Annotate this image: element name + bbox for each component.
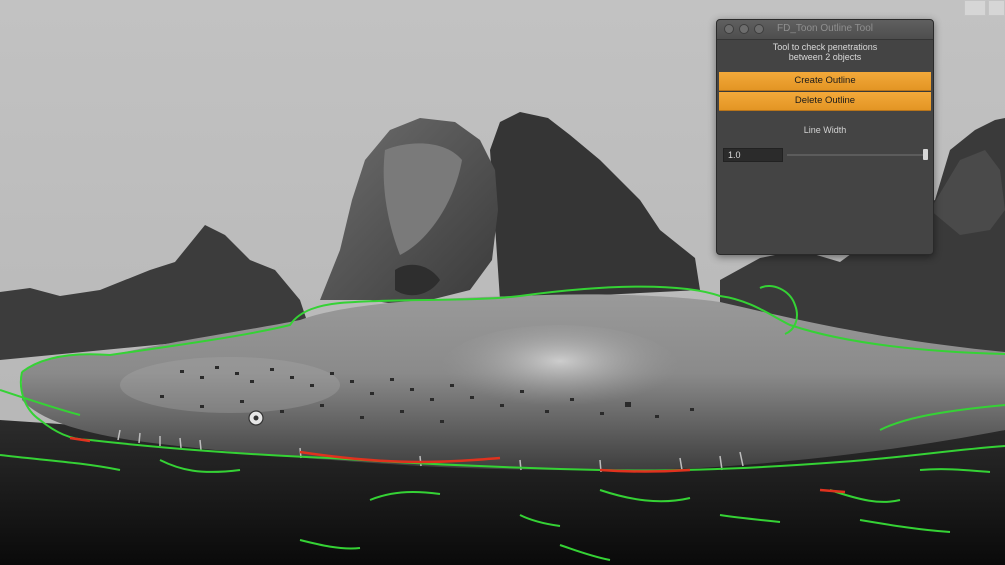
manipulator-icon: [248, 410, 264, 426]
viewport-corner-icon[interactable]: [988, 0, 1005, 16]
create-outline-button[interactable]: Create Outline: [719, 72, 931, 91]
window-titlebar[interactable]: FD_Toon Outline Tool: [717, 20, 933, 40]
description-line: between 2 objects: [788, 52, 862, 62]
line-width-slider[interactable]: [787, 149, 928, 160]
line-width-field[interactable]: 1.0: [723, 148, 783, 162]
delete-outline-button[interactable]: Delete Outline: [719, 92, 931, 111]
tool-description: Tool to check penetrations between 2 obj…: [717, 40, 933, 66]
description-line: Tool to check penetrations: [772, 42, 878, 52]
line-width-control: 1.0: [717, 148, 933, 164]
viewport-corner-icon[interactable]: [964, 0, 986, 16]
slider-handle[interactable]: [923, 149, 928, 160]
line-width-label: Line Width: [803, 125, 847, 135]
window-title: FD_Toon Outline Tool: [777, 23, 873, 34]
toon-outline-tool-window: FD_Toon Outline Tool Tool to check penet…: [716, 19, 934, 255]
